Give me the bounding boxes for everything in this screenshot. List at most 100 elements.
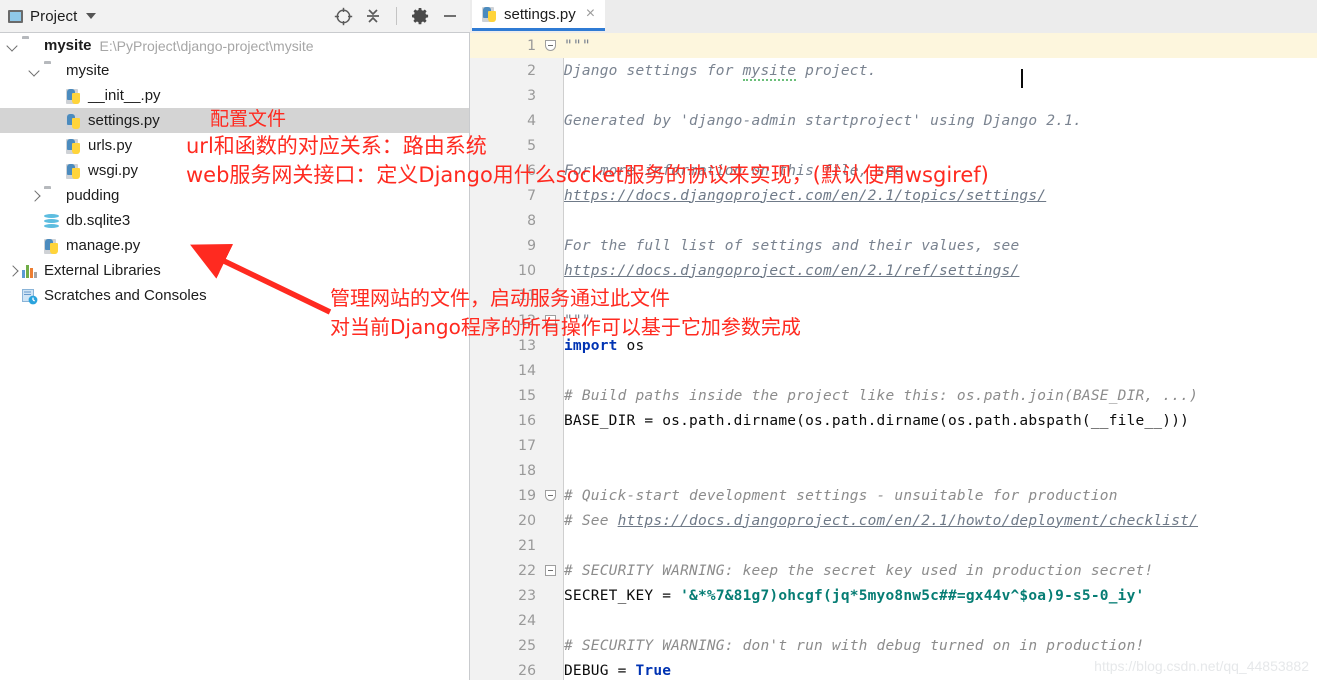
code-line-text: BASE_DIR = os.path.dirname(os.path.dirna…: [564, 413, 1189, 429]
tree-item-mysite[interactable]: mysite E:\PyProject\django-project\mysite: [0, 33, 469, 58]
code-fold-toggle[interactable]: [536, 490, 564, 501]
code-fold-toggle[interactable]: [536, 315, 564, 326]
tree-item-scratches-and-consoles[interactable]: Scratches and Consoles: [0, 283, 469, 308]
tree-twisty-placeholder: [50, 89, 64, 103]
code-line-text: # See https://docs.djangoproject.com/en/…: [564, 513, 1198, 529]
tree-item-mysite[interactable]: mysite: [0, 58, 469, 83]
line-number: 22: [518, 562, 536, 579]
code-token: import: [564, 337, 618, 354]
code-line-text: https://docs.djangoproject.com/en/2.1/re…: [564, 263, 1019, 279]
tree-item-settings-py[interactable]: settings.py: [0, 108, 469, 133]
line-number: 1: [527, 37, 536, 54]
code-line-8[interactable]: 8: [470, 208, 1317, 233]
chevron-right-icon[interactable]: [6, 264, 20, 278]
code-editor[interactable]: 1 """ 2 Django settings for mysite project.…: [470, 33, 1317, 680]
fold-minus-icon[interactable]: [544, 315, 556, 326]
line-number: 9: [527, 237, 536, 254]
code-line-13[interactable]: 13 import os: [470, 333, 1317, 358]
code-token: # Build paths inside the project like th…: [564, 387, 1199, 404]
code-line-20[interactable]: 20 # See https://docs.djangoproject.com/e…: [470, 508, 1317, 533]
editor-panel: settings.py × 1 """ 2 Django settings for m…: [470, 0, 1317, 680]
line-number: 18: [518, 462, 536, 479]
tree-item--init-py[interactable]: __init__.py: [0, 83, 469, 108]
tree-item-label: mysite: [66, 62, 110, 79]
line-number: 19: [518, 487, 536, 504]
tree-item-manage-py[interactable]: manage.py: [0, 233, 469, 258]
code-line-15[interactable]: 15 # Build paths inside the project like …: [470, 383, 1317, 408]
fold-minus-icon[interactable]: [544, 565, 556, 576]
folder-icon: [22, 38, 39, 54]
locate-target-icon[interactable]: [333, 6, 353, 26]
code-line-9[interactable]: 9 For the full list of settings and their…: [470, 233, 1317, 258]
code-token: """: [564, 37, 591, 54]
code-line-text: Generated by 'django-admin startproject'…: [564, 113, 1082, 129]
text-caret: [1021, 69, 1023, 88]
code-line-14[interactable]: 14: [470, 358, 1317, 383]
chevron-right-icon[interactable]: [28, 189, 42, 203]
code-token: # SECURITY WARNING: keep the secret key …: [564, 562, 1154, 579]
code-token: project.: [796, 62, 877, 79]
tree-twisty-placeholder: [50, 114, 64, 128]
project-file-tree[interactable]: mysite E:\PyProject\django-project\mysite…: [0, 33, 469, 308]
code-token: SECRET_KEY =: [564, 587, 681, 604]
tree-item-db-sqlite3[interactable]: db.sqlite3: [0, 208, 469, 233]
code-line-17[interactable]: 17: [470, 433, 1317, 458]
code-line-1[interactable]: 1 """: [470, 33, 1317, 58]
editor-tab-strip: settings.py ×: [470, 0, 1317, 33]
tree-item-wsgi-py[interactable]: wsgi.py: [0, 158, 469, 183]
code-line-24[interactable]: 24: [470, 608, 1317, 633]
code-line-5[interactable]: 5: [470, 133, 1317, 158]
code-line-3[interactable]: 3: [470, 83, 1317, 108]
tree-item-label: db.sqlite3: [66, 212, 131, 229]
code-line-11[interactable]: 11: [470, 283, 1317, 308]
toolbar-separator: [396, 7, 397, 25]
python-file-icon: [66, 138, 83, 154]
code-fold-toggle[interactable]: [536, 40, 564, 51]
code-fold-toggle[interactable]: [536, 565, 564, 576]
tree-item-urls-py[interactable]: urls.py: [0, 133, 469, 158]
code-line-22[interactable]: 22 # SECURITY WARNING: keep the secret ke…: [470, 558, 1317, 583]
code-line-4[interactable]: 4 Generated by 'django-admin startproject…: [470, 108, 1317, 133]
project-toolbar-actions: [333, 6, 470, 26]
tree-item-label: External Libraries: [44, 262, 161, 279]
code-line-21[interactable]: 21: [470, 533, 1317, 558]
collapse-all-icon[interactable]: [363, 6, 383, 26]
line-number: 3: [527, 87, 536, 104]
code-line-16[interactable]: 16 BASE_DIR = os.path.dirname(os.path.dir…: [470, 408, 1317, 433]
code-line-23[interactable]: 23 SECRET_KEY = '&*%7&81g7)ohcgf(jq*5myo8…: [470, 583, 1317, 608]
tree-item-pudding[interactable]: pudding: [0, 183, 469, 208]
code-line-7[interactable]: 7 https://docs.djangoproject.com/en/2.1/t…: [470, 183, 1317, 208]
fold-minus-icon[interactable]: [544, 40, 556, 51]
tree-item-label: wsgi.py: [88, 162, 139, 179]
code-line-text: # SECURITY WARNING: don't run with debug…: [564, 638, 1144, 654]
line-number: 17: [518, 437, 536, 454]
code-line-18[interactable]: 18: [470, 458, 1317, 483]
chevron-down-icon[interactable]: [6, 39, 20, 53]
fold-minus-icon[interactable]: [544, 490, 556, 501]
settings-gear-icon[interactable]: [410, 6, 430, 26]
tree-twisty-placeholder: [28, 239, 42, 253]
project-window-icon: [8, 9, 23, 23]
code-token: https://docs.djangoproject.com/en/2.1/re…: [564, 262, 1020, 279]
project-title-group[interactable]: Project: [0, 8, 97, 25]
chevron-down-icon[interactable]: [28, 64, 42, 78]
chevron-down-icon[interactable]: [86, 13, 97, 19]
code-line-6[interactable]: 6 For more information on this file, see: [470, 158, 1317, 183]
close-icon[interactable]: ×: [586, 6, 595, 22]
tab-settings-py[interactable]: settings.py ×: [472, 0, 606, 31]
code-token: os: [617, 337, 645, 354]
tree-item-label: manage.py: [66, 237, 141, 254]
tree-twisty-placeholder: [50, 164, 64, 178]
code-line-text: For the full list of settings and their …: [564, 238, 1019, 254]
code-line-19[interactable]: 19 # Quick-start development settings - u…: [470, 483, 1317, 508]
code-line-text: DEBUG = True: [564, 663, 671, 679]
tree-item-external-libraries[interactable]: External Libraries: [0, 258, 469, 283]
line-number: 11: [518, 287, 536, 304]
minimize-icon[interactable]: [440, 6, 460, 26]
code-line-25[interactable]: 25 # SECURITY WARNING: don't run with deb…: [470, 633, 1317, 658]
code-line-2[interactable]: 2 Django settings for mysite project.: [470, 58, 1317, 83]
code-line-12[interactable]: 12 """: [470, 308, 1317, 333]
code-line-10[interactable]: 10 https://docs.djangoproject.com/en/2.1/…: [470, 258, 1317, 283]
code-token: Generated by 'django-admin startproject'…: [564, 112, 1082, 129]
project-toolbar: Project: [0, 0, 470, 33]
